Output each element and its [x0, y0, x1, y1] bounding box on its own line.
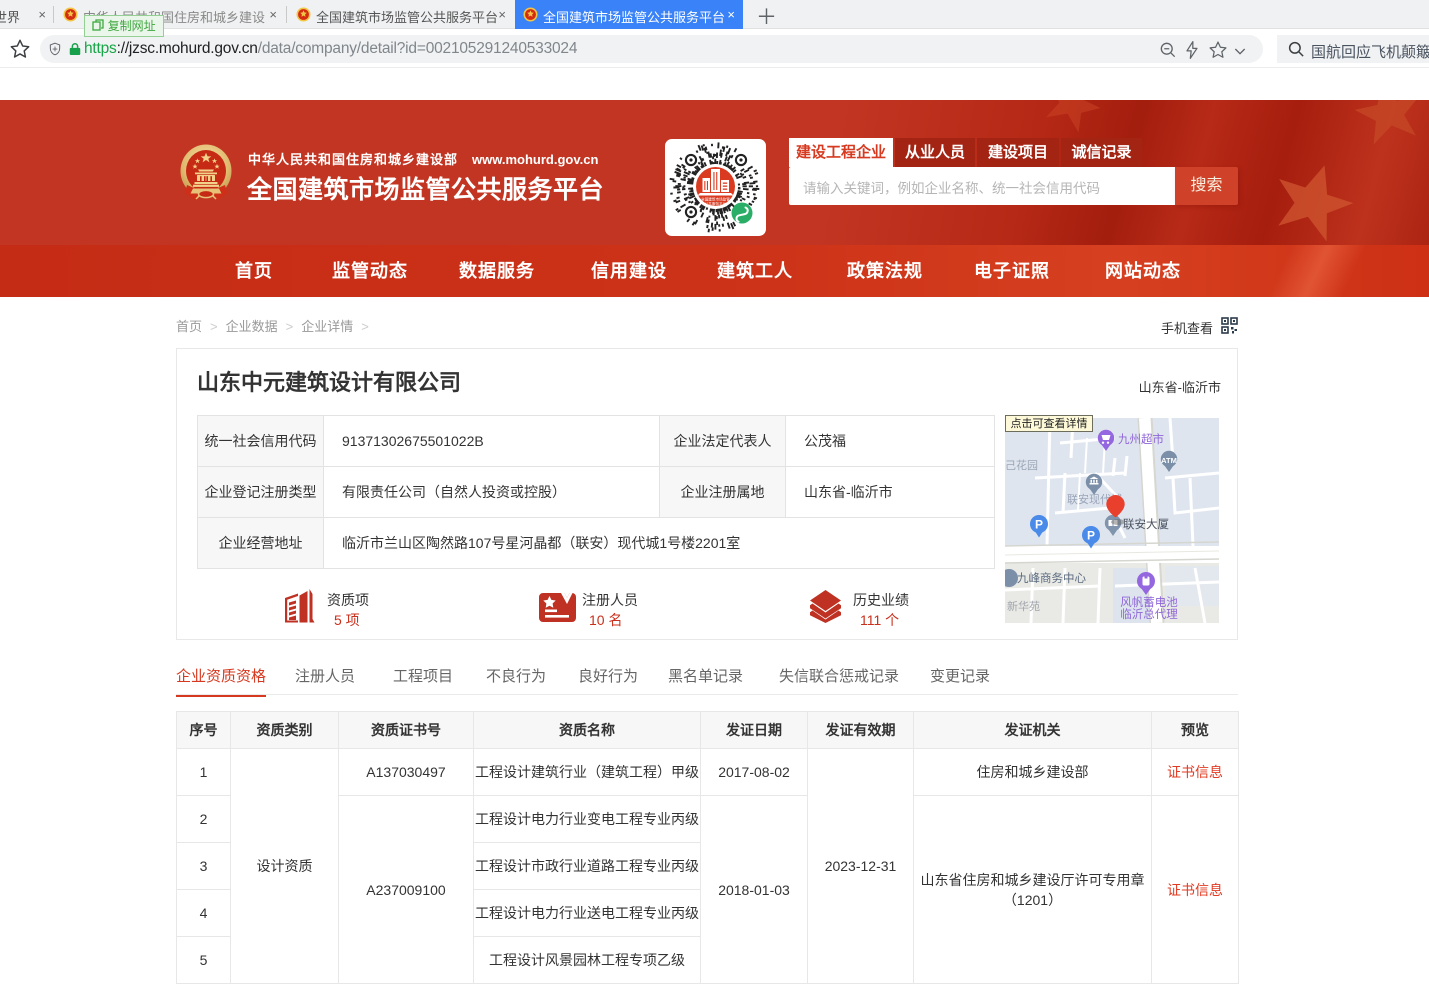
svg-text:联安大厦: 联安大厦	[1123, 517, 1169, 531]
svg-text:公共服务平台: 公共服务平台	[705, 201, 727, 206]
svg-text:九峰商务中心: 九峰商务中心	[1017, 571, 1086, 585]
svg-text:新华苑: 新华苑	[1007, 599, 1040, 613]
svg-text:风帆蓄电池: 风帆蓄电池	[1120, 595, 1178, 609]
svg-text:临沂总代理: 临沂总代理	[1120, 607, 1178, 621]
svg-text:己花园: 己花园	[1005, 459, 1038, 472]
svg-text:全国建筑市场监管: 全国建筑市场监管	[701, 197, 730, 202]
svg-text:ATM: ATM	[1161, 456, 1177, 465]
svg-text:P: P	[1035, 518, 1043, 532]
svg-text:P: P	[1087, 529, 1095, 543]
svg-text:九州超市: 九州超市	[1118, 432, 1164, 446]
